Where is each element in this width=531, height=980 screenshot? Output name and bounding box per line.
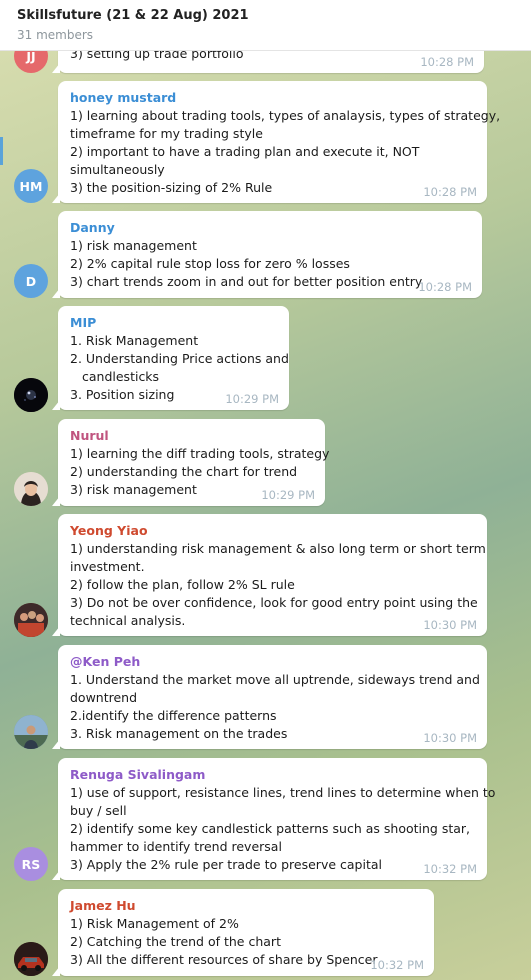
message-line: 1) Risk Management of 2% bbox=[70, 916, 239, 931]
message-line: candlesticks bbox=[82, 369, 160, 384]
dark-space-photo-icon bbox=[14, 378, 48, 412]
message-line: 3) chart trends zoom in and out for bett… bbox=[70, 274, 423, 289]
avatar[interactable]: JJ bbox=[14, 51, 48, 73]
chat-header[interactable]: Skillsfuture (21 & 22 Aug) 2021 31 membe… bbox=[0, 0, 531, 51]
message-line: 1. Understand the market move all uptren… bbox=[70, 672, 480, 687]
message-line: 1. Risk Management bbox=[70, 333, 199, 348]
message-item[interactable]: Nurul 1) learning the diff trading tools… bbox=[0, 419, 531, 506]
message-item[interactable]: Jamez Hu 1) Risk Management of 2% 2) Cat… bbox=[0, 889, 531, 976]
avatar-initials: RS bbox=[21, 856, 41, 872]
message-line: 2) Catching the trend of the chart bbox=[70, 934, 281, 949]
avatar-photo[interactable] bbox=[14, 472, 48, 506]
message-line: 1) risk management bbox=[70, 238, 197, 253]
message-time: 10:28 PM bbox=[418, 280, 472, 294]
sender-name[interactable]: Danny bbox=[70, 219, 472, 237]
message-line: 2) identify some key candlestick pattern… bbox=[70, 821, 471, 836]
message-bubble[interactable]: Yeong Yiao 1) understanding risk managem… bbox=[52, 514, 487, 636]
message-bubble[interactable]: Nurul 1) learning the diff trading tools… bbox=[52, 419, 330, 506]
message-item[interactable]: @Ken Peh 1. Understand the market move a… bbox=[0, 645, 531, 749]
woman-portrait-photo-icon bbox=[14, 472, 48, 506]
outdoor-person-photo-icon bbox=[14, 715, 48, 749]
message-item[interactable]: MIP 1. Risk Management 2. Understanding … bbox=[0, 306, 531, 412]
message-line: 1) learning about trading tools, types o… bbox=[70, 108, 501, 123]
chat-title[interactable]: Skillsfuture (21 & 22 Aug) 2021 bbox=[17, 8, 249, 23]
message-bubble[interactable]: 3) setting up trade portfolio 10:28 PM bbox=[52, 51, 484, 73]
avatar-initials: D bbox=[25, 273, 37, 289]
message-line: 2) follow the plan, follow 2% SL rule bbox=[70, 577, 295, 592]
avatar-photo[interactable] bbox=[14, 378, 48, 412]
message-line: technical analysis. bbox=[70, 613, 186, 628]
sender-name[interactable]: honey mustard bbox=[70, 89, 477, 107]
message-line: 3) Apply the 2% rule per trade to preser… bbox=[70, 857, 382, 872]
avatar[interactable]: D bbox=[14, 264, 48, 298]
message-line: downtrend bbox=[70, 690, 138, 705]
message-bubble[interactable]: Renuga Sivalingam 1) use of support, res… bbox=[52, 758, 496, 880]
message-time: 10:32 PM bbox=[370, 958, 424, 972]
avatar[interactable]: RS bbox=[14, 847, 48, 881]
message-time: 10:28 PM bbox=[420, 55, 474, 69]
message-line: hammer to identify trend reversal bbox=[70, 839, 282, 854]
message-time: 10:30 PM bbox=[423, 731, 477, 745]
message-line: 1) understanding risk management & also … bbox=[70, 541, 486, 556]
message-line: 2) 2% capital rule stop loss for zero % … bbox=[70, 256, 350, 271]
avatar-photo[interactable] bbox=[14, 715, 48, 749]
message-line: 2.identify the difference patterns bbox=[70, 708, 277, 723]
sender-name[interactable]: Jamez Hu bbox=[70, 897, 424, 915]
avatar-initials: JJ bbox=[26, 51, 36, 64]
message-time: 10:32 PM bbox=[423, 862, 477, 876]
message-line: 1) use of support, resistance lines, tre… bbox=[70, 785, 496, 800]
avatar-photo[interactable] bbox=[14, 603, 48, 637]
message-line: buy / sell bbox=[70, 803, 127, 818]
message-list[interactable]: 3) setting up trade portfolio 10:28 PM J… bbox=[0, 51, 531, 980]
message-line: 2. Understanding Price actions and bbox=[70, 351, 289, 366]
car-photo-icon bbox=[14, 942, 48, 976]
avatar[interactable]: HM bbox=[14, 169, 48, 203]
group-photo-icon bbox=[14, 603, 48, 637]
message-line: investment. bbox=[70, 559, 145, 574]
message-time: 10:28 PM bbox=[423, 185, 477, 199]
member-count: 31 members bbox=[17, 28, 94, 42]
message-bubble[interactable]: honey mustard 1) learning about trading … bbox=[52, 81, 501, 203]
message-item[interactable]: 3) setting up trade portfolio 10:28 PM J… bbox=[0, 51, 531, 73]
message-bubble[interactable]: Jamez Hu 1) Risk Management of 2% 2) Cat… bbox=[52, 889, 434, 976]
message-item[interactable]: Renuga Sivalingam 1) use of support, res… bbox=[0, 758, 531, 881]
message-line: 2) understanding the chart for trend bbox=[70, 464, 298, 479]
message-item[interactable]: Danny 1) risk management 2) 2% capital r… bbox=[0, 211, 531, 298]
message-line: 3) the position-sizing of 2% Rule bbox=[70, 180, 273, 195]
avatar-photo[interactable] bbox=[14, 942, 48, 976]
message-line: timeframe for my trading style bbox=[70, 126, 263, 141]
message-time: 10:30 PM bbox=[423, 618, 477, 632]
avatar-initials: HM bbox=[19, 178, 43, 194]
sender-name[interactable]: @Ken Peh bbox=[70, 653, 477, 671]
message-line: 1) learning the diff trading tools, stra… bbox=[70, 446, 330, 461]
message-line: 3. Risk management on the trades bbox=[70, 726, 288, 741]
message-line: 2) important to have a trading plan and … bbox=[70, 144, 420, 159]
message-bubble[interactable]: Danny 1) risk management 2) 2% capital r… bbox=[52, 211, 482, 298]
sender-name[interactable]: MIP bbox=[70, 314, 279, 332]
message-bubble[interactable]: MIP 1. Risk Management 2. Understanding … bbox=[52, 306, 289, 410]
sender-name[interactable]: Renuga Sivalingam bbox=[70, 766, 477, 784]
message-line: 3) Do not be over confidence, look for g… bbox=[70, 595, 478, 610]
sender-name[interactable]: Nurul bbox=[70, 427, 315, 445]
message-time: 10:29 PM bbox=[225, 392, 279, 406]
sender-name[interactable]: Yeong Yiao bbox=[70, 522, 477, 540]
message-line: simultaneously bbox=[70, 162, 165, 177]
message-line: 3) setting up trade portfolio bbox=[70, 51, 244, 61]
message-bubble[interactable]: @Ken Peh 1. Understand the market move a… bbox=[52, 645, 487, 749]
message-item[interactable]: Yeong Yiao 1) understanding risk managem… bbox=[0, 514, 531, 637]
message-item[interactable]: honey mustard 1) learning about trading … bbox=[0, 81, 531, 203]
message-time: 10:29 PM bbox=[261, 488, 315, 502]
